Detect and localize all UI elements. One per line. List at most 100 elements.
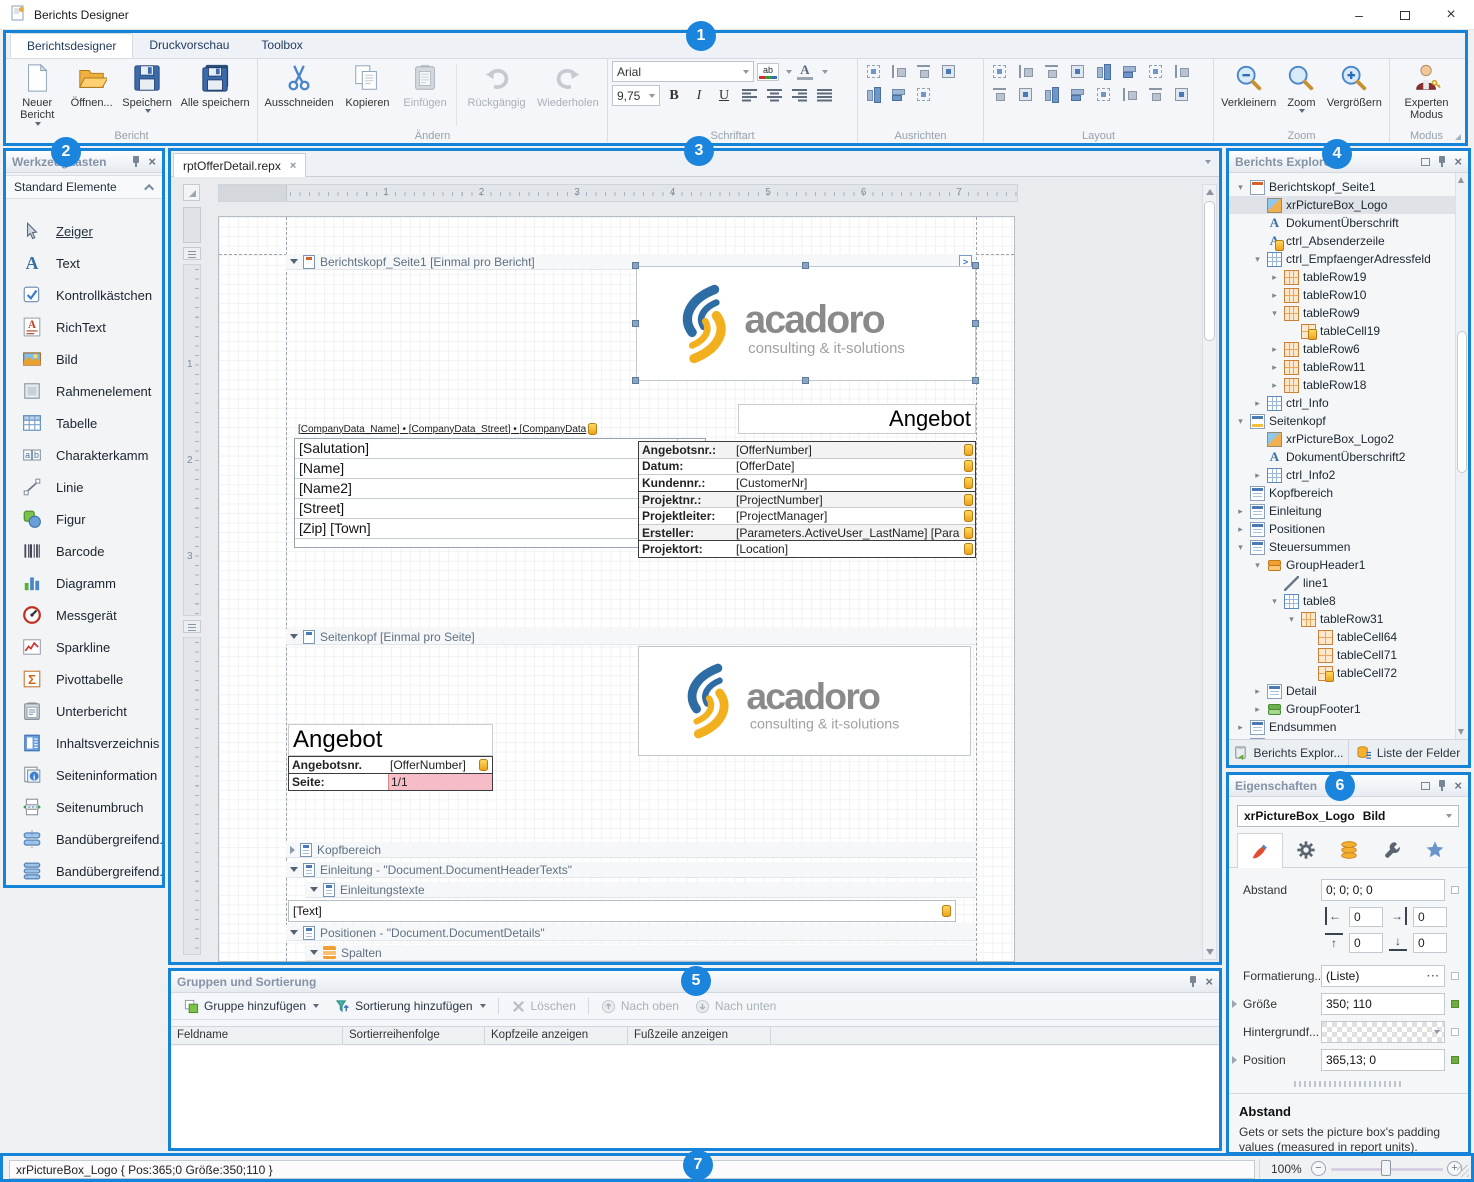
collapse-arrow-icon[interactable]: ▾ <box>1252 560 1263 571</box>
collapse-arrow-icon[interactable] <box>310 950 318 955</box>
font-color-icon[interactable]: A <box>795 63 815 81</box>
expand-arrow-icon[interactable] <box>1232 1000 1237 1008</box>
toolbox-item-seitenumbruch[interactable]: Seitenumbruch <box>6 791 162 823</box>
tree-item[interactable]: ▸Positionen <box>1229 520 1468 538</box>
collapse-arrow-icon[interactable] <box>290 634 298 639</box>
layout-tool-icon[interactable] <box>1094 62 1113 81</box>
toolbox-item-figur[interactable]: Figur <box>6 503 162 535</box>
info-table-row[interactable]: Projektleiter:[ProjectManager] <box>639 508 975 525</box>
resize-grip-icon[interactable] <box>1457 1165 1469 1177</box>
new-report-button[interactable]: Neuer Bericht <box>10 62 64 126</box>
info-table-row[interactable]: Ersteller:[Parameters.ActiveUser_LastNam… <box>639 525 975 542</box>
toolbox-item-bild[interactable]: Bild <box>6 343 162 375</box>
info-table-row[interactable]: Kundennr.:[CustomerNr] <box>639 475 975 492</box>
selection-handle[interactable] <box>972 377 979 384</box>
band-collapse-button[interactable] <box>183 620 201 633</box>
scrollbar-thumb[interactable] <box>1204 201 1215 341</box>
expand-arrow-icon[interactable]: ▸ <box>1269 272 1280 283</box>
tree-item[interactable]: ▾ctrl_EmpfaengerAdressfeld <box>1229 250 1468 268</box>
tab-behavior[interactable] <box>1295 839 1317 861</box>
layout-tool-icon[interactable] <box>914 85 933 104</box>
tree-item[interactable]: ▸tableRow19 <box>1229 268 1468 286</box>
groups-empty-list[interactable] <box>171 1046 1219 1148</box>
property-indicator[interactable] <box>1451 1028 1459 1036</box>
selection-handle[interactable] <box>632 377 639 384</box>
page-header-row[interactable]: Angebotsnr.[OfferNumber] <box>289 757 492 774</box>
report-title-label[interactable]: Angebot <box>738 404 976 434</box>
padding-right-field[interactable]: 0 <box>1413 907 1447 927</box>
page-header-row[interactable]: Seite:1/1 <box>289 774 492 790</box>
groesse-value-field[interactable]: 350; 110 <box>1321 993 1445 1015</box>
maximize-icon[interactable] <box>1382 0 1428 30</box>
column-header-3[interactable]: Kopfzeile anzeigen <box>485 1027 628 1044</box>
layout-tool-icon[interactable] <box>939 62 958 81</box>
add-sorting-button[interactable]: Sortierung hinzufügen <box>328 996 492 1017</box>
tree-item[interactable]: ▸Endsummen <box>1229 718 1468 736</box>
align-right-icon[interactable] <box>788 85 810 106</box>
scroll-up-icon[interactable] <box>1206 189 1214 195</box>
formatierung-value-field[interactable]: (Liste)··· <box>1321 965 1445 987</box>
toolbox-item-linie[interactable]: Linie <box>6 471 162 503</box>
tab-design[interactable] <box>1381 839 1403 861</box>
tree-item[interactable]: ▸tableRow10 <box>1229 286 1468 304</box>
zoom-out-icon[interactable]: − <box>1311 1161 1326 1176</box>
expand-arrow-icon[interactable]: ▸ <box>1269 344 1280 355</box>
band-spalten[interactable]: Spalten <box>306 945 976 961</box>
collapse-arrow-icon[interactable]: ▾ <box>1235 542 1246 553</box>
vertical-ruler[interactable]: 123 <box>183 207 201 957</box>
align-justify-icon[interactable] <box>813 85 835 106</box>
expand-arrow-icon[interactable]: ▸ <box>1252 398 1263 409</box>
collapse-arrow-icon[interactable] <box>290 259 298 264</box>
hintergrund-color-dropdown[interactable] <box>1321 1021 1445 1043</box>
close-icon[interactable]: × <box>1205 977 1213 987</box>
toolbox-item-text[interactable]: AText <box>6 247 162 279</box>
toolbox-item-rahmen[interactable]: Rahmenelement <box>6 375 162 407</box>
layout-tool-icon[interactable] <box>914 62 933 81</box>
collapse-arrow-icon[interactable] <box>310 887 318 892</box>
save-all-button[interactable]: Alle speichern <box>177 62 253 109</box>
zoom-in-button[interactable]: Vergrößern <box>1324 62 1385 109</box>
tree-item[interactable]: line1 <box>1229 574 1468 592</box>
collapse-arrow-icon[interactable] <box>290 867 298 872</box>
collapse-arrow-icon[interactable]: ▾ <box>1252 254 1263 265</box>
expand-arrow-icon[interactable]: ▸ <box>1252 686 1263 697</box>
tab-favorites[interactable] <box>1424 839 1446 861</box>
selection-handle[interactable] <box>802 377 809 384</box>
info-table-row[interactable]: Angebotsnr.:[OfferNumber] <box>639 442 975 459</box>
band-positionen[interactable]: Positionen - "Document.DocumentDetails" <box>286 925 976 941</box>
save-button[interactable]: Speichern <box>119 62 175 113</box>
expand-arrow-icon[interactable]: ▸ <box>1269 380 1280 391</box>
offer-info-table[interactable]: Angebotsnr.:[OfferNumber]Datum:[OfferDat… <box>638 441 976 558</box>
band-einleitung[interactable]: Einleitung - "Document.DocumentHeaderTex… <box>286 862 976 878</box>
tree-item[interactable]: ▸tableRow11 <box>1229 358 1468 376</box>
tab-druckvorschau[interactable]: Druckvorschau <box>133 33 245 58</box>
tree-item[interactable]: ▸ctrl_Info2 <box>1229 466 1468 484</box>
info-table-row[interactable]: Projektort:[Location] <box>639 541 975 557</box>
property-indicator[interactable] <box>1451 972 1459 980</box>
toolbox-item-tabelle[interactable]: Tabelle <box>6 407 162 439</box>
expand-arrow-icon[interactable]: ▸ <box>1235 524 1246 535</box>
object-selector-combo[interactable]: xrPictureBox_Logo Bild <box>1237 805 1459 827</box>
open-button[interactable]: Öffnen... <box>66 62 117 109</box>
collapse-arrow-icon[interactable]: ▾ <box>1235 182 1246 193</box>
scroll-down-icon[interactable] <box>1206 949 1214 955</box>
collapse-arrow-icon[interactable]: ▾ <box>1235 416 1246 427</box>
expand-arrow-icon[interactable]: ▸ <box>1269 362 1280 373</box>
text-highlight-icon[interactable]: ab <box>757 63 779 81</box>
toolbox-item-inhaltsverzeichnis[interactable]: Inhaltsverzeichnis <box>6 727 162 759</box>
tree-item[interactable]: DokumentÜberschrift2 <box>1229 448 1468 466</box>
splitter-grip[interactable] <box>1294 1081 1404 1087</box>
tab-berichts-explorer[interactable]: Berichts Explor... <box>1229 740 1349 765</box>
selection-handle[interactable] <box>802 262 809 269</box>
tree-item[interactable]: ▸ctrl_Info <box>1229 394 1468 412</box>
column-header-1[interactable]: Feldname <box>171 1027 343 1044</box>
maximize-panel-icon[interactable] <box>1421 158 1430 166</box>
layout-tool-icon[interactable] <box>1094 85 1113 104</box>
tab-berichtsdesigner[interactable]: Berichtsdesigner <box>10 33 133 58</box>
font-name-combo[interactable]: Arial <box>612 61 754 82</box>
collapse-arrow-icon[interactable]: ▾ <box>1269 596 1280 607</box>
layout-tool-icon[interactable] <box>990 62 1009 81</box>
chevron-down-icon[interactable] <box>786 70 792 74</box>
font-size-combo[interactable]: 9,75 <box>612 85 660 106</box>
layout-tool-icon[interactable] <box>990 85 1009 104</box>
